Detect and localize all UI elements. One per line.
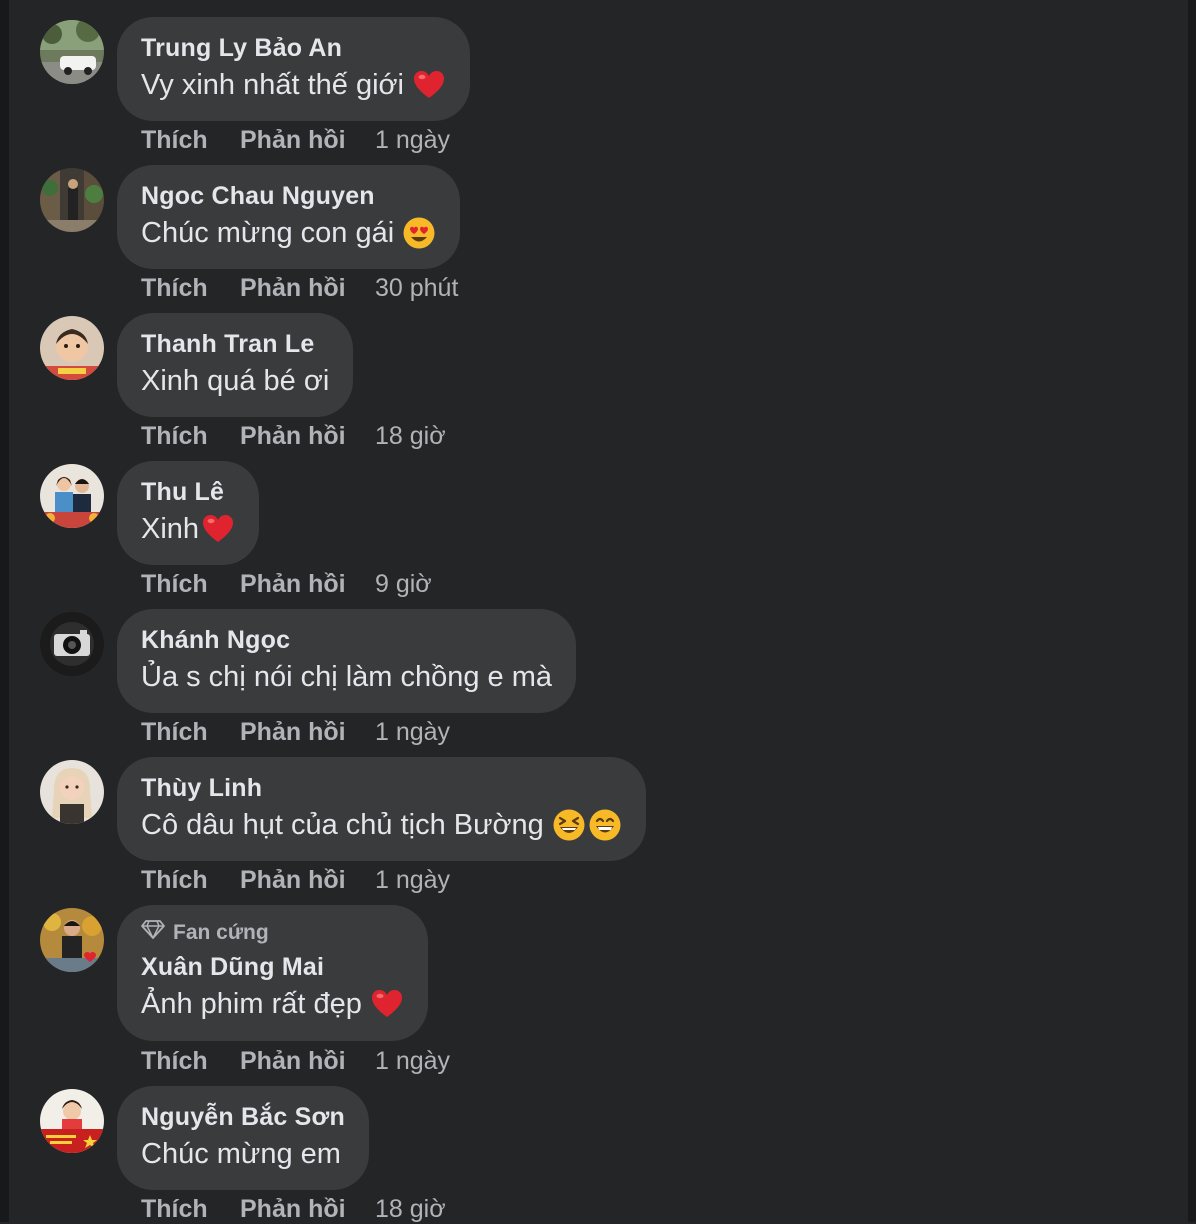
like-button[interactable]: Thích [141, 1194, 240, 1224]
avatar[interactable] [40, 760, 104, 824]
comment-text: Xinh [141, 510, 235, 548]
comment-text: Vy xinh nhất thế giới [141, 66, 446, 104]
comment-author[interactable]: Thanh Tran Le [141, 329, 329, 359]
avatar[interactable] [40, 908, 104, 972]
comment-text-content: Xinh quá bé ơi [141, 362, 329, 400]
comment-author[interactable]: Trung Ly Bảo An [141, 33, 446, 63]
comment-text: Ảnh phim rất đẹp [141, 985, 404, 1023]
reply-button[interactable]: Phản hồi [240, 717, 375, 747]
diamond-icon [141, 919, 165, 946]
comment-timestamp[interactable]: 18 giờ [375, 421, 446, 451]
comment-text-content: Vy xinh nhất thế giới [141, 66, 404, 104]
comment-actions: Thích Phản hồi 1 ngày [141, 865, 450, 895]
avatar-photo-car [40, 20, 104, 84]
comment-bubble: Ngoc Chau Nguyen Chúc mừng con gái [117, 165, 460, 269]
comment-bubble: Khánh Ngọc Ủa s chị nói chị làm chồng e … [117, 609, 576, 713]
comment-text-content: Chúc mừng con gái [141, 214, 394, 252]
comment-text: Chúc mừng con gái [141, 214, 436, 252]
comment-text-content: Chúc mừng em [141, 1135, 341, 1173]
like-button[interactable]: Thích [141, 865, 240, 895]
comment-actions: Thích Phản hồi 30 phút [141, 273, 458, 303]
like-button[interactable]: Thích [141, 1046, 240, 1076]
grinning-face-icon [588, 808, 622, 842]
comment-actions: Thích Phản hồi 1 ngày [141, 125, 450, 155]
comment-actions: Thích Phản hồi 1 ngày [141, 1046, 450, 1076]
comment-timestamp[interactable]: 9 giờ [375, 569, 432, 599]
comment-author[interactable]: Thùy Linh [141, 773, 622, 803]
comment-text: Chúc mừng em [141, 1135, 345, 1173]
comment-bubble: Thu Lê Xinh [117, 461, 259, 565]
reply-button[interactable]: Phản hồi [240, 273, 375, 303]
avatar-photo-flag [40, 1089, 104, 1153]
comment-text-content: Cô dâu hụt của chủ tịch Bường [141, 806, 544, 844]
like-button[interactable]: Thích [141, 421, 240, 451]
avatar[interactable] [40, 316, 104, 380]
comment-author[interactable]: Ngoc Chau Nguyen [141, 181, 436, 211]
comment-timestamp[interactable]: 18 giờ [375, 1194, 446, 1224]
comment-actions: Thích Phản hồi 18 giờ [141, 1194, 446, 1224]
avatar-photo-child [40, 316, 104, 380]
avatar-photo-woman [40, 760, 104, 824]
comment-timestamp[interactable]: 1 ngày [375, 717, 450, 747]
comment-actions: Thích Phản hồi 9 giờ [141, 569, 432, 599]
comment-author[interactable]: Nguyễn Bắc Sơn [141, 1102, 345, 1132]
fan-badge: Fan cứng [141, 919, 404, 946]
avatar[interactable] [40, 464, 104, 528]
comment-text-content: Ủa s chị nói chị làm chồng e mà [141, 658, 552, 696]
like-button[interactable]: Thích [141, 569, 240, 599]
avatar-photo-man [40, 908, 104, 972]
comment-bubble: Fan cứng Xuân Dũng Mai Ảnh phim rất đẹp [117, 905, 428, 1041]
reply-button[interactable]: Phản hồi [240, 865, 375, 895]
comment-timestamp[interactable]: 1 ngày [375, 125, 450, 155]
comment-bubble: Thanh Tran Le Xinh quá bé ơi [117, 313, 353, 417]
comment-bubble: Thùy Linh Cô dâu hụt của chủ tịch Bường [117, 757, 646, 861]
avatar-photo-street [40, 168, 104, 232]
comment-text-content: Ảnh phim rất đẹp [141, 985, 362, 1023]
comment-list: Trung Ly Bảo An Vy xinh nhất thế giới Th… [0, 0, 1196, 1222]
comment-text: Cô dâu hụt của chủ tịch Bường [141, 806, 622, 844]
comment-timestamp[interactable]: 30 phút [375, 273, 458, 303]
heart-eyes-icon [402, 216, 436, 250]
comment-text: Ủa s chị nói chị làm chồng e mà [141, 658, 552, 696]
comment-author[interactable]: Thu Lê [141, 477, 235, 507]
comment-timestamp[interactable]: 1 ngày [375, 1046, 450, 1076]
avatar[interactable] [40, 1089, 104, 1153]
comment-author[interactable]: Khánh Ngọc [141, 625, 552, 655]
comment-text-content: Xinh [141, 510, 199, 548]
comment-text: Xinh quá bé ơi [141, 362, 329, 400]
avatar[interactable] [40, 168, 104, 232]
comment-bubble: Nguyễn Bắc Sơn Chúc mừng em [117, 1086, 369, 1190]
avatar[interactable] [40, 20, 104, 84]
red-heart-icon [370, 987, 404, 1021]
reply-button[interactable]: Phản hồi [240, 1046, 375, 1076]
like-button[interactable]: Thích [141, 717, 240, 747]
laughing-face-icon [552, 808, 586, 842]
reply-button[interactable]: Phản hồi [240, 1194, 375, 1224]
fan-badge-label: Fan cứng [173, 920, 269, 946]
avatar-photo-camera [40, 612, 104, 676]
comment-timestamp[interactable]: 1 ngày [375, 865, 450, 895]
comment-actions: Thích Phản hồi 1 ngày [141, 717, 450, 747]
reply-button[interactable]: Phản hồi [240, 125, 375, 155]
red-heart-icon [412, 68, 446, 102]
red-heart-icon [201, 512, 235, 546]
like-button[interactable]: Thích [141, 125, 240, 155]
reply-button[interactable]: Phản hồi [240, 569, 375, 599]
comment-author[interactable]: Xuân Dũng Mai [141, 952, 404, 982]
avatar[interactable] [40, 612, 104, 676]
comment-actions: Thích Phản hồi 18 giờ [141, 421, 446, 451]
avatar-photo-couple [40, 464, 104, 528]
reply-button[interactable]: Phản hồi [240, 421, 375, 451]
comment-bubble: Trung Ly Bảo An Vy xinh nhất thế giới [117, 17, 470, 121]
like-button[interactable]: Thích [141, 273, 240, 303]
